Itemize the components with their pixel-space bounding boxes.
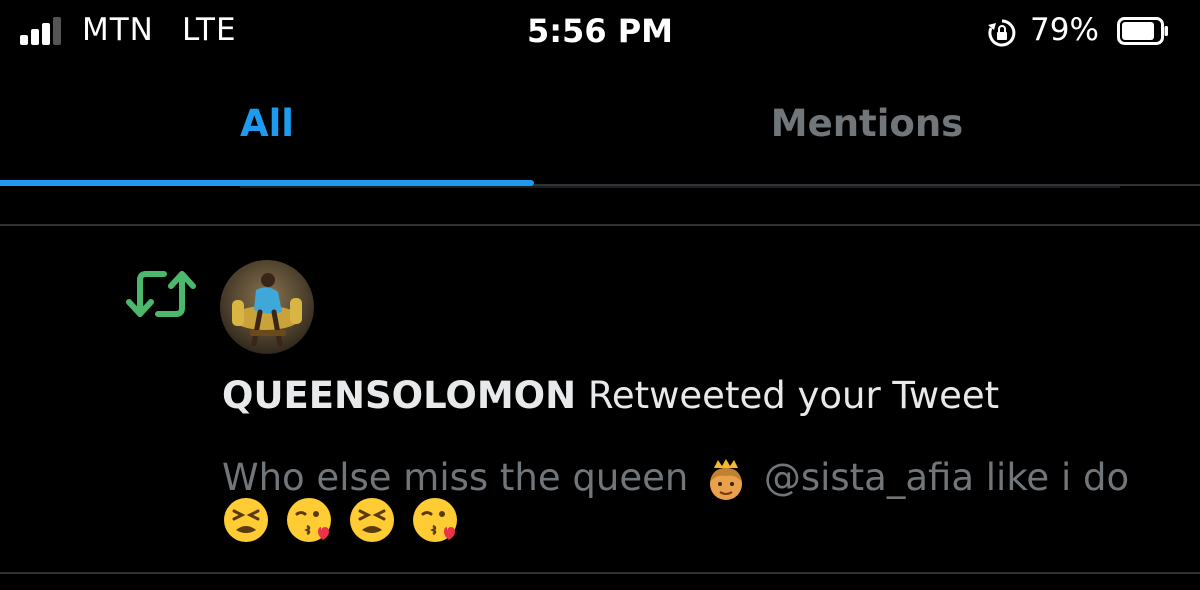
retweet-icon: [126, 271, 196, 317]
notification-headline: QUEENSOLOMON Retweeted your Tweet: [222, 374, 999, 417]
notification-tabs: All Mentions: [0, 64, 1200, 186]
tweet-mention-text[interactable]: @sista_afia like i do: [752, 456, 1129, 499]
notifications-screen: MTN LTE 5:56 PM 79% All Mentions QUEENSO…: [0, 0, 1200, 590]
battery-percentage: 79%: [1030, 12, 1099, 48]
tweet-text-part: Who else miss the queen: [222, 456, 701, 499]
divider: [0, 572, 1200, 574]
battery-icon: [1117, 17, 1168, 45]
notification-action: Retweeted your Tweet: [576, 374, 1000, 417]
tired-face-emoji: [224, 498, 268, 542]
status-time: 5:56 PM: [526, 12, 674, 50]
status-bar: MTN LTE 5:56 PM 79%: [0, 0, 1200, 64]
face-blowing-kiss-emoji: [287, 498, 332, 542]
face-blowing-kiss-emoji: [413, 498, 458, 542]
username-link[interactable]: QUEENSOLOMON: [222, 374, 576, 417]
avatar-image: [220, 260, 314, 354]
emoji-row: [222, 496, 469, 544]
notification-item[interactable]: QUEENSOLOMON Retweeted your Tweet Who el…: [0, 226, 1200, 572]
avatar[interactable]: [220, 260, 314, 354]
divider: [240, 186, 1120, 188]
tab-mentions-label: Mentions: [770, 101, 964, 145]
tab-all[interactable]: All: [0, 64, 534, 182]
tab-all-label: All: [239, 101, 294, 145]
rotation-lock-icon: [988, 19, 1016, 47]
tired-face-emoji: [350, 498, 395, 542]
tab-mentions[interactable]: Mentions: [534, 64, 1200, 182]
princess-emoji: [710, 458, 743, 500]
